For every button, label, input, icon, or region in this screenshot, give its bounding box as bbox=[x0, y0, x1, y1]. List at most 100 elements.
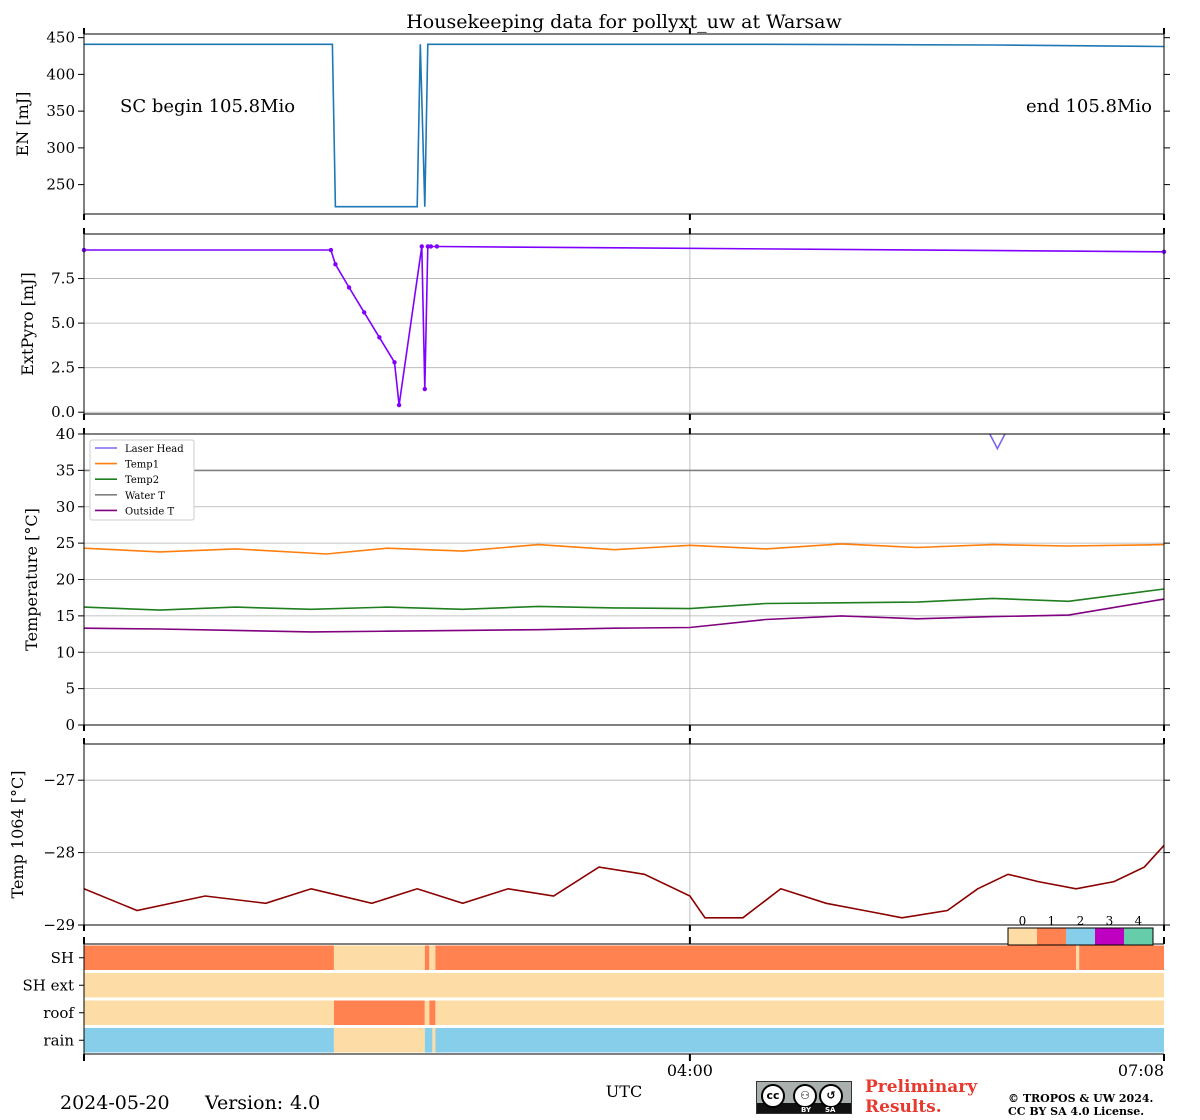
panel-flags: SH SH ext roof rain 04:00 07:08 0 1 2 3 4 bbox=[23, 914, 1165, 1080]
flag-cell bbox=[435, 1028, 1164, 1053]
plot-area bbox=[84, 744, 1164, 925]
legend-label: Water T bbox=[125, 491, 165, 502]
chart-panels: 250300350400450EN [mJ] SC begin 105.8Mio e… bbox=[8, 28, 1170, 1080]
panel-4: −27 −28 −29 Temp 1064 [°C] bbox=[8, 738, 1170, 934]
footer-version-label: Version: bbox=[205, 1092, 284, 1114]
chart-title: Housekeeping data for pollyxt_uw at Wars… bbox=[406, 11, 842, 33]
footer-date: 2024-05-20 bbox=[60, 1092, 170, 1114]
colorbar-cell bbox=[1095, 928, 1124, 945]
y-axis-label: Temp 1064 [°C] bbox=[8, 771, 27, 899]
legend-label: Outside T bbox=[125, 506, 174, 517]
flag-cell bbox=[429, 1000, 436, 1025]
data-point bbox=[428, 244, 434, 249]
y-tick-label: 0 bbox=[65, 716, 75, 734]
colorbar-tick-label: 2 bbox=[1077, 914, 1085, 928]
row-label: rain bbox=[43, 1031, 74, 1049]
y-tick-label: −28 bbox=[43, 844, 75, 862]
colorbar-tick-label: 0 bbox=[1019, 914, 1027, 928]
plot-area bbox=[84, 234, 1164, 414]
data-point bbox=[434, 244, 440, 249]
y-tick-label: 350 bbox=[46, 102, 75, 120]
data-point bbox=[419, 244, 424, 249]
colorbar-cell bbox=[1066, 928, 1095, 945]
y-tick-label: 20 bbox=[56, 571, 75, 589]
data-point bbox=[362, 310, 367, 315]
y-axis-label: ExtPyro [mJ] bbox=[18, 272, 37, 375]
y-tick-label: 30 bbox=[56, 498, 75, 516]
cc-license-badge: cc ⚇ ↺ BY SA bbox=[756, 1081, 852, 1114]
flag-cell bbox=[435, 945, 1077, 970]
flag-cell bbox=[424, 1028, 433, 1053]
y-tick-label: −27 bbox=[43, 771, 75, 789]
y-tick-label: 300 bbox=[46, 139, 75, 157]
y-tick-label: 25 bbox=[56, 534, 75, 552]
y-tick-label: −29 bbox=[43, 916, 75, 934]
data-point bbox=[346, 285, 352, 290]
panel-1: 250 300 350 400 450 EN [mJ] SC begin 105.8Mio e… bbox=[13, 28, 1170, 220]
plot-area bbox=[84, 34, 1164, 214]
flag-cell bbox=[333, 1028, 425, 1053]
y-axis-label: EN [mJ] bbox=[13, 92, 32, 157]
y-tick-label: 5 bbox=[65, 680, 75, 698]
y-tick-label: 10 bbox=[56, 643, 75, 661]
flag-cell bbox=[84, 1000, 334, 1025]
flag-cell bbox=[84, 945, 334, 970]
x-tick-label: 07:08 bbox=[1118, 1061, 1164, 1080]
flag-cell bbox=[1076, 945, 1080, 970]
by-icon: ⚇ bbox=[793, 1084, 817, 1108]
data-point bbox=[333, 262, 338, 267]
copyright-line-2: CC BY SA 4.0 License. bbox=[1008, 1105, 1145, 1118]
flag-cell bbox=[333, 945, 425, 970]
x-axis-label: UTC bbox=[606, 1082, 642, 1101]
row-label: SH bbox=[51, 949, 74, 967]
flag-cell bbox=[424, 945, 430, 970]
legend: Laser Head Temp1 Temp2 Water T Outside T bbox=[89, 439, 195, 521]
data-point bbox=[422, 386, 428, 392]
flag-cell bbox=[84, 1028, 334, 1053]
copyright-line-1: © TROPOS & UW 2024. bbox=[1008, 1092, 1154, 1105]
y-tick-label: 250 bbox=[46, 176, 75, 194]
colorbar-cell bbox=[1037, 928, 1066, 945]
annotation-end: end 105.8Mio bbox=[1026, 96, 1152, 117]
y-tick-label: 2.5 bbox=[51, 359, 75, 377]
license-by-text: BY bbox=[801, 1106, 812, 1114]
y-axis-label: Temperature [°C] bbox=[22, 508, 41, 651]
panel-3: 0 5 10 15 20 25 30 35 40 Temperature [°C] Laser He… bbox=[22, 425, 1170, 734]
colorbar-tick-label: 4 bbox=[1135, 914, 1143, 928]
colorbar-tick-label: 3 bbox=[1106, 914, 1114, 928]
colorbar-cell bbox=[1124, 928, 1153, 945]
y-tick-label: 7.5 bbox=[51, 270, 75, 288]
y-tick-label: 15 bbox=[56, 607, 75, 625]
flag-cell bbox=[424, 1000, 430, 1025]
legend-label: Temp2 bbox=[125, 475, 159, 486]
colorbar-tick-label: 1 bbox=[1048, 914, 1056, 928]
flag-cell bbox=[429, 945, 436, 970]
y-tick-label: 400 bbox=[46, 65, 75, 83]
legend-label: Temp1 bbox=[125, 460, 159, 471]
y-tick-label: 5.0 bbox=[51, 314, 75, 332]
annotation-begin: SC begin 105.8Mio bbox=[120, 96, 295, 117]
cc-icon: cc bbox=[761, 1084, 785, 1108]
flag-cell bbox=[435, 1000, 1164, 1025]
y-tick-label: 450 bbox=[46, 29, 75, 47]
license-sa-text: SA bbox=[825, 1106, 836, 1114]
flag-cell bbox=[84, 973, 1164, 998]
row-label: SH ext bbox=[23, 976, 75, 994]
preliminary-results-note: Preliminary Results. bbox=[865, 1077, 978, 1117]
y-tick-label: 35 bbox=[56, 461, 75, 479]
row-label: roof bbox=[43, 1004, 75, 1022]
flag-cell bbox=[432, 1028, 436, 1053]
y-tick-label: 40 bbox=[56, 425, 75, 443]
sa-icon: ↺ bbox=[819, 1084, 843, 1108]
housekeeping-figure: Housekeeping data for pollyxt_uw at Wars… bbox=[8, 11, 1170, 1101]
legend-label: Laser Head bbox=[125, 444, 184, 455]
colorbar-cell bbox=[1008, 928, 1037, 945]
data-point bbox=[392, 360, 397, 365]
data-point bbox=[396, 402, 402, 408]
data-point bbox=[328, 247, 334, 253]
flag-cell bbox=[333, 1000, 425, 1025]
copyright-note: © TROPOS & UW 2024. CC BY SA 4.0 License… bbox=[1008, 1092, 1188, 1118]
y-tick-label: 0.0 bbox=[51, 403, 75, 421]
footer-version-value: 4.0 bbox=[290, 1092, 321, 1114]
data-point bbox=[377, 335, 382, 340]
